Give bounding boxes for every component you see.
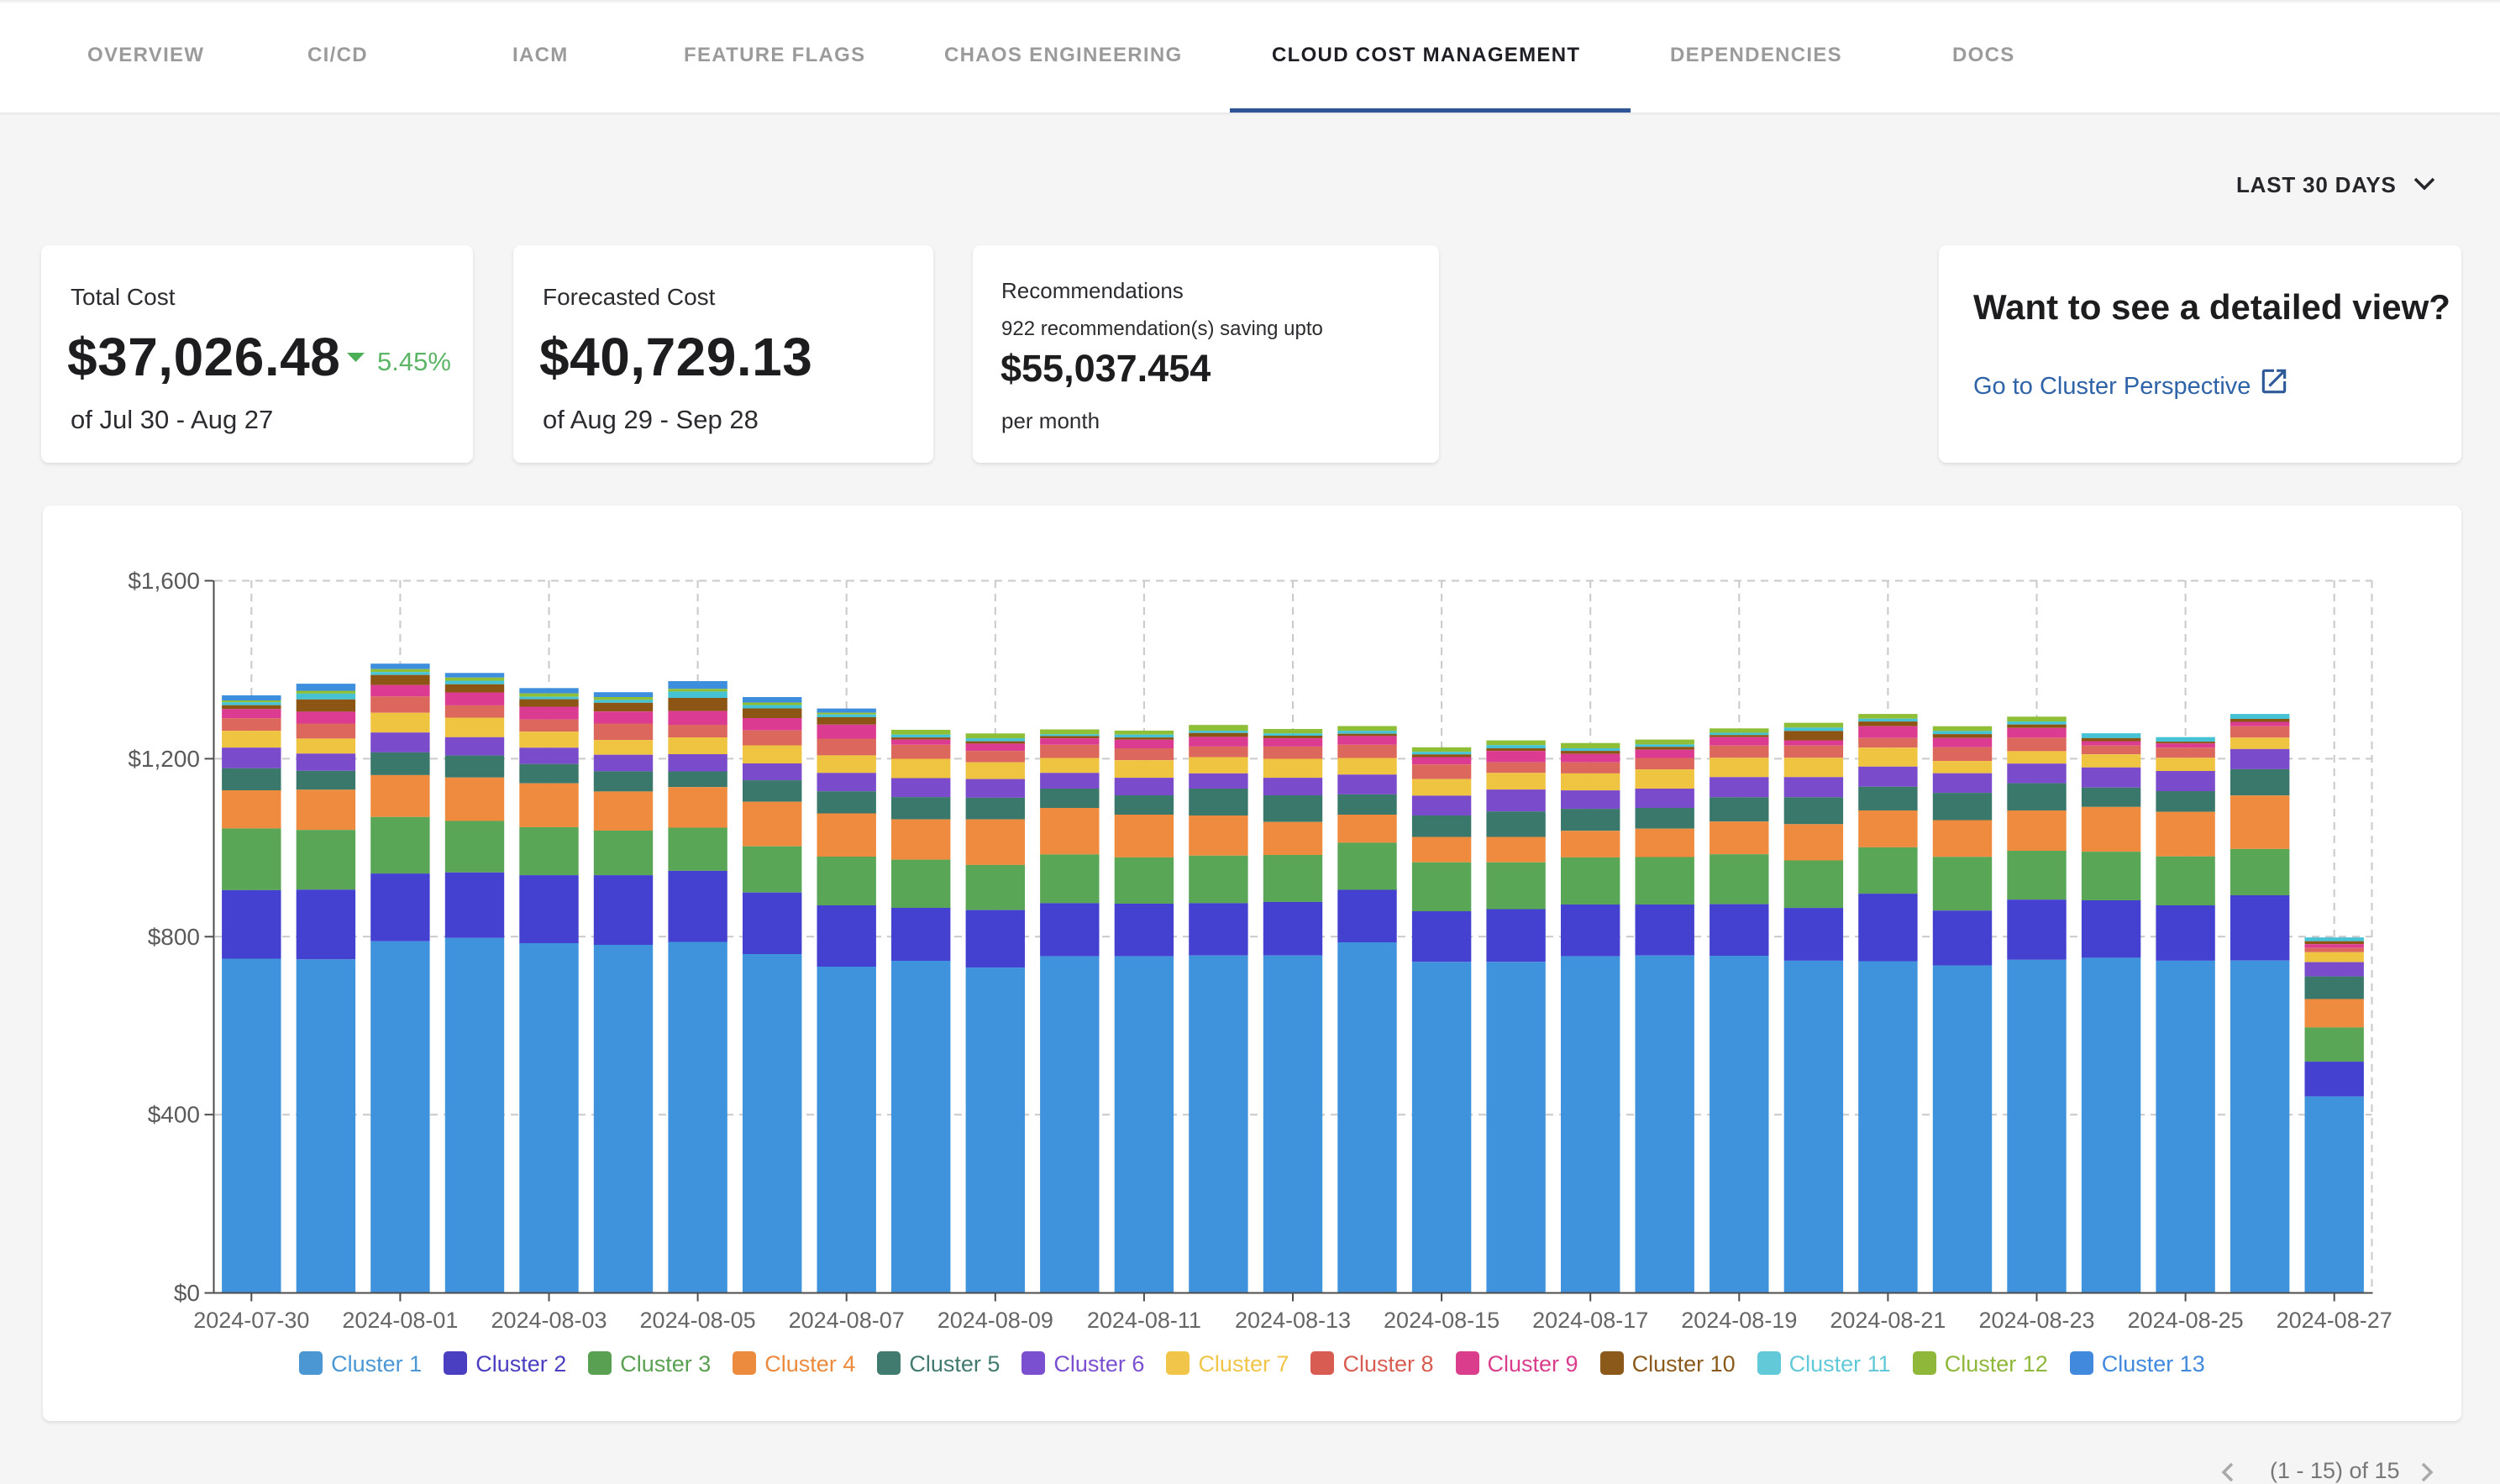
svg-text:2024-08-11: 2024-08-11 [1087,1308,1201,1333]
svg-text:$0: $0 [174,1280,200,1306]
svg-text:$1,200: $1,200 [128,746,200,772]
svg-text:2024-08-03: 2024-08-03 [491,1308,607,1333]
svg-text:2024-08-21: 2024-08-21 [1830,1308,1946,1333]
svg-text:2024-08-07: 2024-08-07 [789,1308,905,1333]
svg-text:2024-08-23: 2024-08-23 [1978,1308,2094,1333]
svg-text:$1,600: $1,600 [128,568,200,594]
svg-text:2024-08-15: 2024-08-15 [1384,1308,1499,1333]
svg-text:2024-08-09: 2024-08-09 [938,1308,1053,1333]
svg-text:2024-07-30: 2024-07-30 [193,1308,309,1333]
svg-text:$800: $800 [148,924,200,950]
svg-text:2024-08-01: 2024-08-01 [342,1308,458,1333]
svg-text:2024-08-19: 2024-08-19 [1681,1308,1797,1333]
svg-text:2024-08-25: 2024-08-25 [2128,1308,2244,1333]
svg-text:2024-08-05: 2024-08-05 [640,1308,756,1333]
svg-text:2024-08-13: 2024-08-13 [1235,1308,1351,1333]
svg-text:$400: $400 [148,1102,200,1128]
svg-text:2024-08-27: 2024-08-27 [2277,1308,2392,1333]
svg-text:2024-08-17: 2024-08-17 [1532,1308,1648,1333]
